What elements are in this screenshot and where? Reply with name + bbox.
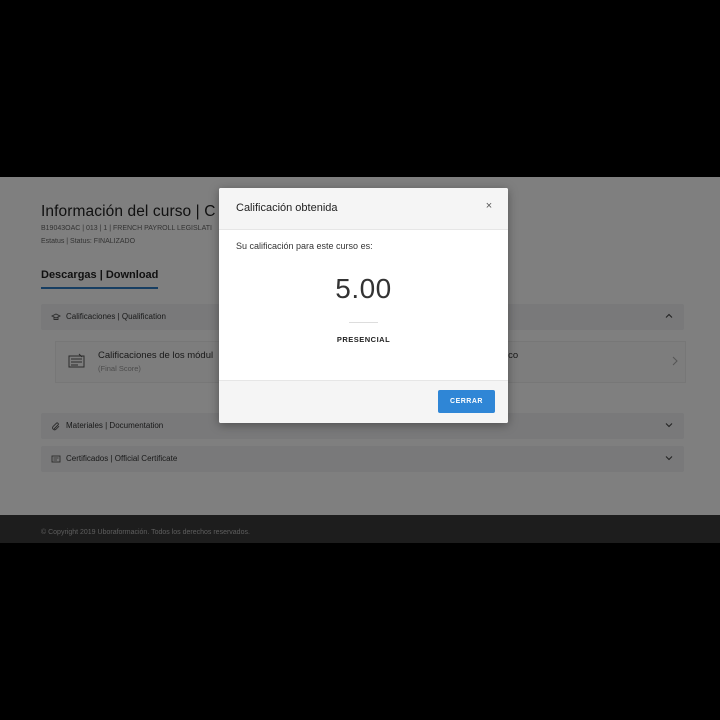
divider	[349, 322, 378, 323]
close-button[interactable]: CERRAR	[438, 390, 495, 413]
modal-body: Su calificación para este curso es: 5.00…	[219, 229, 508, 380]
modal-header: Calificación obtenida ×	[219, 188, 508, 230]
modal-footer: CERRAR	[219, 380, 508, 423]
close-icon[interactable]: ×	[482, 199, 496, 213]
grade-modal: Calificación obtenida × Su calificación …	[219, 188, 508, 423]
grade-score: 5.00	[335, 273, 392, 304]
course-mode-label: PRESENCIAL	[336, 335, 391, 344]
grade-prompt: Su calificación para este curso es:	[236, 241, 373, 251]
modal-title: Calificación obtenida	[236, 202, 338, 214]
